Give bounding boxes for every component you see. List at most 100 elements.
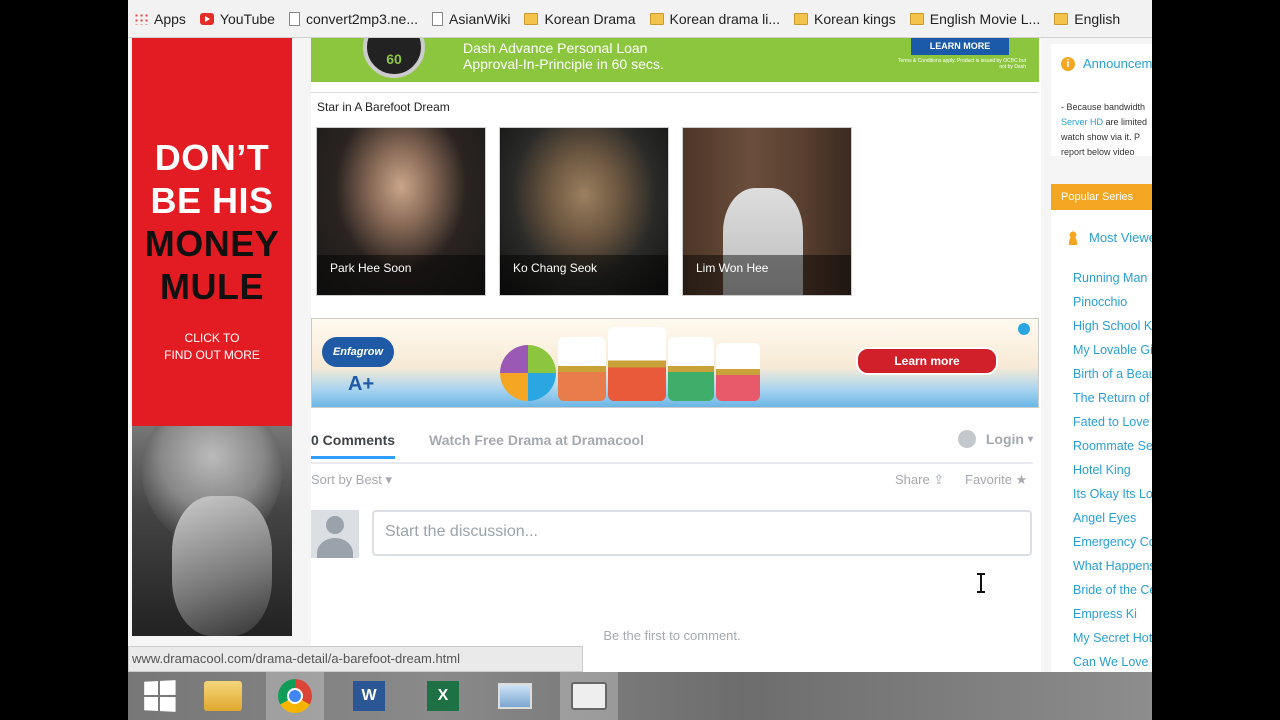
banner-line-2: Approval-In-Principle in 60 secs. (463, 56, 664, 72)
server-hd-link[interactable]: Server HD (1061, 117, 1103, 127)
tab-community[interactable]: Watch Free Drama at Dramacool (429, 432, 644, 448)
page-icon (288, 11, 300, 26)
announcement-body: - Because bandwidth Server HD are limite… (1061, 102, 1148, 157)
money-mule-ad[interactable]: DON’T BE HIS MONEY MULE CLICK TO FIND OUT… (132, 38, 292, 638)
series-link[interactable]: My Secret Hotel (1073, 626, 1152, 650)
enfagrow-logo: Enfagrow (322, 337, 394, 367)
series-link[interactable]: Fated to Love (1073, 410, 1152, 434)
series-link[interactable]: High School King (1073, 314, 1152, 338)
chevron-down-icon: ▾ (385, 472, 392, 487)
apps-grid-icon (134, 12, 148, 25)
series-link[interactable]: My Lovable Girl (1073, 338, 1152, 362)
ad-red-panel: DON’T BE HIS MONEY MULE CLICK TO FIND OUT… (132, 38, 292, 426)
series-link[interactable]: Angel Eyes (1073, 506, 1152, 530)
status-bar-url: www.dramacool.com/drama-detail/a-barefoo… (128, 646, 583, 672)
adchoices-icon[interactable] (1018, 323, 1030, 335)
folder-icon (649, 12, 664, 25)
bookmark-korean-drama-list[interactable]: Korean drama li... (649, 11, 780, 27)
popular-series-header: Popular Series (1051, 184, 1152, 210)
file-explorer-icon[interactable] (194, 672, 252, 720)
share-icon: ⇪ (933, 472, 945, 487)
empty-comments-text: Be the first to comment. (603, 628, 741, 643)
announcement-title: iAnnouncement (1061, 56, 1152, 71)
windows-taskbar: W X (128, 672, 1152, 720)
star-card[interactable]: Ko Chang Seok (499, 127, 669, 296)
series-link[interactable]: Birth of a Beauty (1073, 362, 1152, 386)
chevron-down-icon: ▾ (1027, 433, 1033, 445)
bookmark-korean-drama[interactable]: Korean Drama (524, 11, 636, 27)
user-circle-icon (957, 430, 976, 448)
bookmark-youtube[interactable]: YouTube (199, 11, 275, 27)
series-link[interactable]: Running Man (1073, 266, 1152, 290)
series-link[interactable]: Emergency Couple (1073, 530, 1152, 554)
ad-line-3: MONEY (144, 223, 280, 264)
series-link[interactable]: Pinocchio (1073, 290, 1152, 314)
ad-line-1: DON’T (154, 137, 270, 178)
most-viewed-tab[interactable]: Most Viewed (1067, 230, 1152, 245)
right-sidebar: iAnnouncement - Because bandwidth Server… (1051, 38, 1152, 680)
series-link[interactable]: Roommate Season (1073, 434, 1152, 458)
loan-banner-ad[interactable]: 60 Dash Advance Personal Loan Approval-I… (311, 38, 1039, 82)
ad-photo (132, 426, 292, 636)
series-link[interactable]: Its Okay Its Love (1073, 482, 1152, 506)
star-card[interactable]: Park Hee Soon (316, 127, 486, 296)
excel-icon[interactable]: X (414, 672, 472, 720)
star-card[interactable]: Lim Won Hee (682, 127, 852, 296)
ad-line-4: MULE (160, 266, 264, 307)
star-icon: ★ (1015, 472, 1028, 487)
bookmark-asianwiki[interactable]: AsianWiki (432, 11, 510, 27)
camera-app-icon[interactable] (560, 672, 618, 720)
series-link[interactable]: Hotel King (1073, 458, 1152, 482)
learn-more-button[interactable]: Learn more (856, 347, 998, 375)
folder-icon (794, 12, 809, 25)
stars-section-title: Star in A Barefoot Dream (317, 100, 450, 114)
series-link[interactable]: The Return of (1073, 386, 1152, 410)
avatar (311, 510, 359, 558)
page-icon (432, 11, 443, 26)
login-button[interactable]: Login ▾ (957, 430, 1033, 448)
ad-badge: 60 (363, 38, 425, 78)
stars-list: Park Hee Soon Ko Chang Seok Lim Won Hee (316, 127, 865, 296)
bookmark-convert2mp3[interactable]: convert2mp3.ne... (288, 11, 418, 27)
series-link[interactable]: Empress Ki (1073, 602, 1152, 626)
bookmark-english-movie[interactable]: English Movie L... (909, 11, 1040, 27)
favorite-button[interactable]: Favorite ★ (965, 472, 1027, 488)
tab-comments[interactable]: 0 Comments (311, 432, 396, 459)
user-icon (1067, 230, 1079, 245)
bookmarks-bar: Apps YouTube convert2mp3.ne... AsianWiki… (128, 0, 1152, 38)
bookmark-korean-kings[interactable]: Korean kings (794, 11, 896, 27)
announcement-box: iAnnouncement - Because bandwidth Server… (1051, 44, 1152, 157)
enfagrow-ad[interactable]: Enfagrow A+ Learn more (311, 318, 1039, 408)
banner-line-1: Dash Advance Personal Loan (463, 40, 648, 56)
banner-fine-print: Terms & Conditions apply. Product is iss… (897, 58, 1026, 70)
app-icon[interactable] (486, 672, 544, 720)
bookmark-english[interactable]: English (1054, 11, 1120, 27)
learn-more-button[interactable]: LEARN MORE (911, 38, 1009, 55)
aplus-badge: A+ (348, 373, 375, 395)
info-icon: i (1061, 56, 1075, 71)
windows-start-icon[interactable] (130, 672, 188, 720)
sort-dropdown[interactable]: Sort by Best ▾ (311, 472, 392, 488)
product-cans (500, 327, 760, 401)
share-button[interactable]: Share ⇪ (895, 472, 944, 488)
series-link[interactable]: Bride of the Century (1073, 578, 1152, 602)
folder-icon (524, 12, 539, 25)
star-name: Lim Won Hee (683, 255, 851, 295)
series-link[interactable]: What Happens (1073, 554, 1152, 578)
word-icon[interactable]: W (340, 672, 398, 720)
folder-icon (1054, 12, 1069, 25)
popular-series-list: Most Viewed Running Man Pinocchio High S… (1051, 210, 1152, 680)
ad-line-2: BE HIS (150, 180, 274, 221)
text-cursor-icon (977, 573, 985, 593)
star-name: Ko Chang Seok (500, 255, 668, 295)
bookmark-apps[interactable]: Apps (134, 11, 186, 27)
series-link[interactable]: Can We Love (1073, 650, 1152, 674)
chrome-icon[interactable] (266, 672, 324, 720)
divider (311, 92, 1039, 93)
ad-cta[interactable]: CLICK TO FIND OUT MORE (132, 330, 292, 364)
main-content: 60 Dash Advance Personal Loan Approval-I… (311, 38, 1041, 678)
discussion-input[interactable]: Start the discussion... (372, 510, 1032, 556)
comments-header: 0 Comments Watch Free Drama at Dramacool… (311, 430, 1033, 464)
youtube-icon (199, 12, 214, 25)
star-name: Park Hee Soon (317, 255, 485, 295)
